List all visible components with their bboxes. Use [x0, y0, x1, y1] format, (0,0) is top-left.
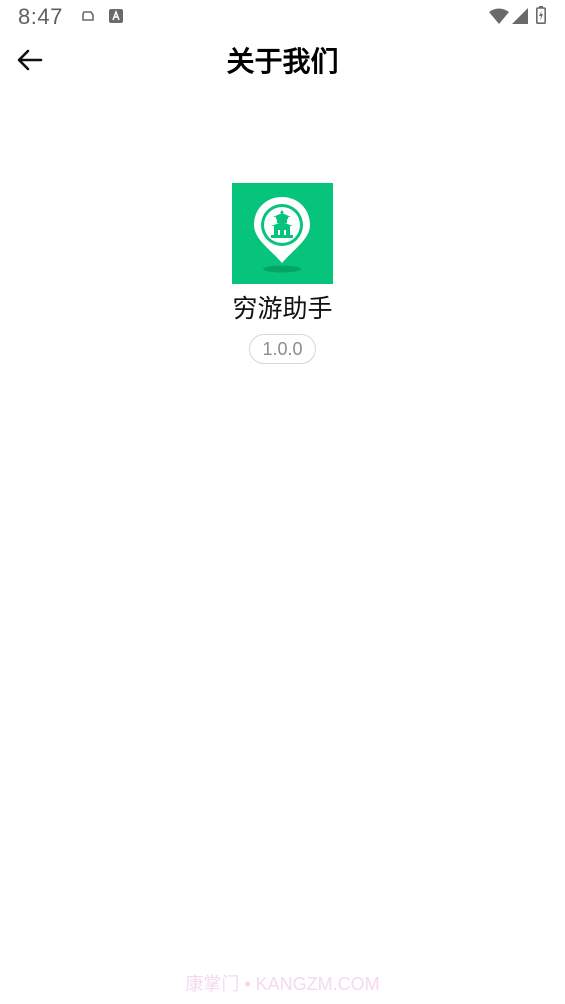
temple-location-pin-icon — [232, 197, 333, 288]
watermark: 康掌门 • KANGZM.COM — [185, 974, 380, 994]
cloud-icon — [80, 8, 96, 28]
app-logo — [232, 183, 333, 284]
status-bar: 8:47 — [0, 0, 565, 34]
status-time: 8:47 — [18, 4, 63, 29]
a-icon — [108, 8, 124, 28]
app-name: 穷游助手 — [232, 294, 333, 323]
app-bar: 关于我们 — [0, 34, 565, 90]
version-badge: 1.0.0 — [249, 334, 316, 364]
version-container: 1.0.0 — [0, 334, 565, 364]
battery-charging-icon — [536, 6, 546, 28]
about-us-screen: 8:47 关于我们 穷游助手 1.0.0 康掌门 • KANGZM.COM — [0, 0, 565, 1004]
wifi-icon — [489, 8, 509, 28]
page-title: 关于我们 — [226, 45, 339, 78]
signal-icon — [512, 8, 528, 28]
